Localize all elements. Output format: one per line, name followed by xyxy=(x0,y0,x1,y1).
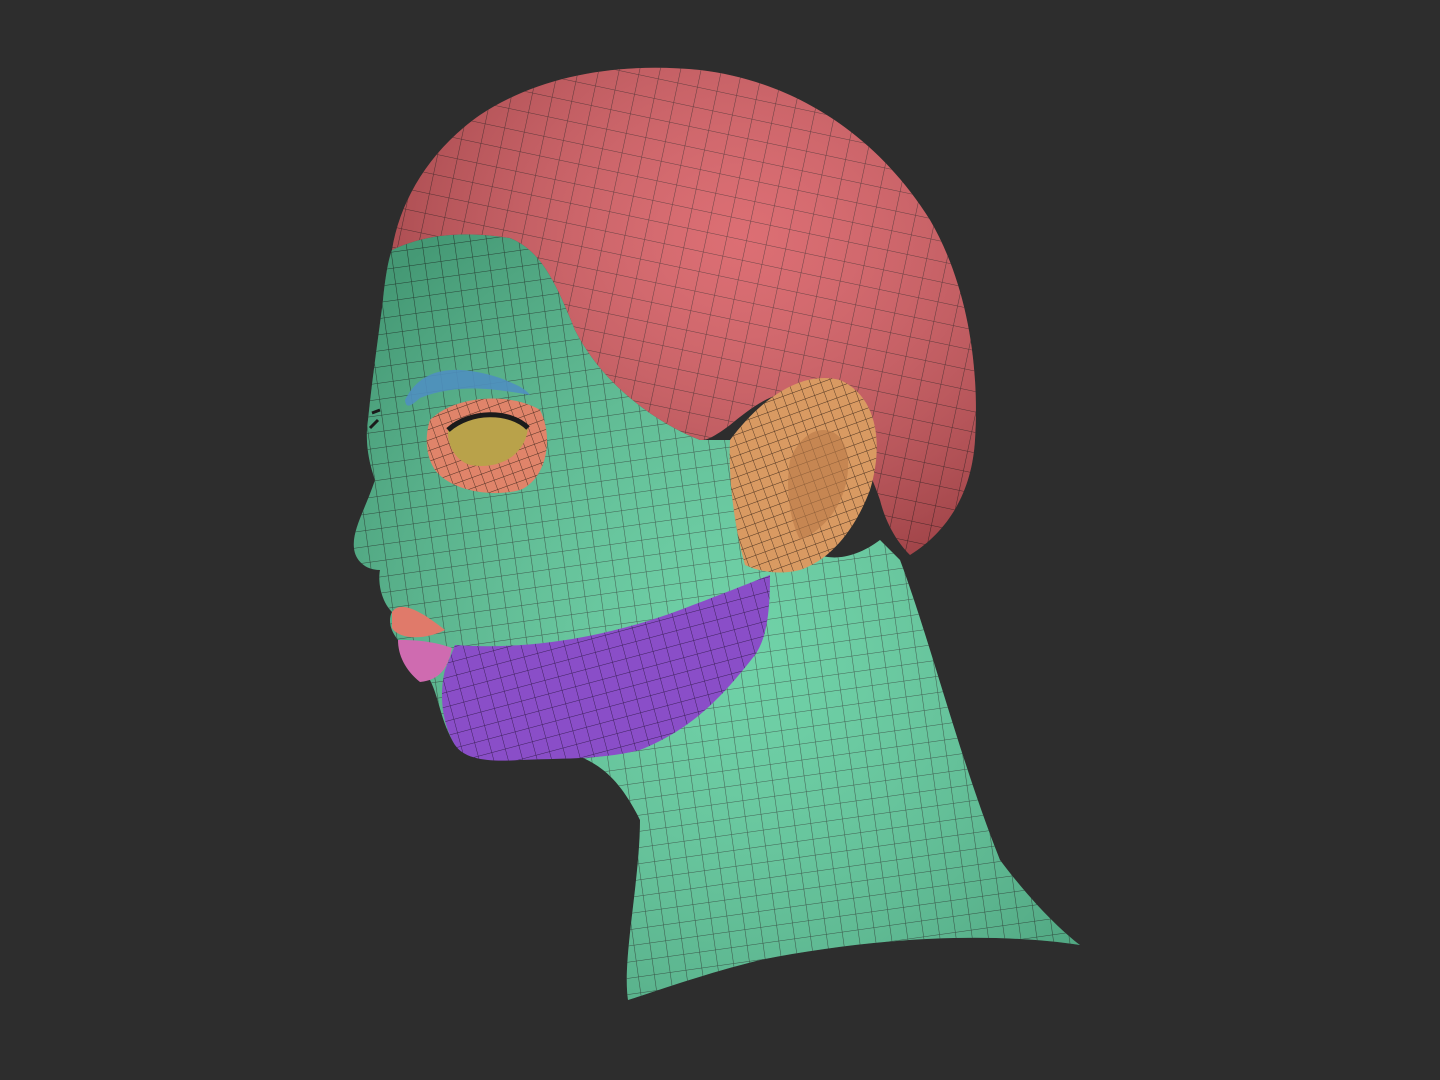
eye-region xyxy=(426,398,548,494)
head-mesh-render xyxy=(353,67,1080,1000)
3d-viewport[interactable] xyxy=(0,0,1440,1080)
